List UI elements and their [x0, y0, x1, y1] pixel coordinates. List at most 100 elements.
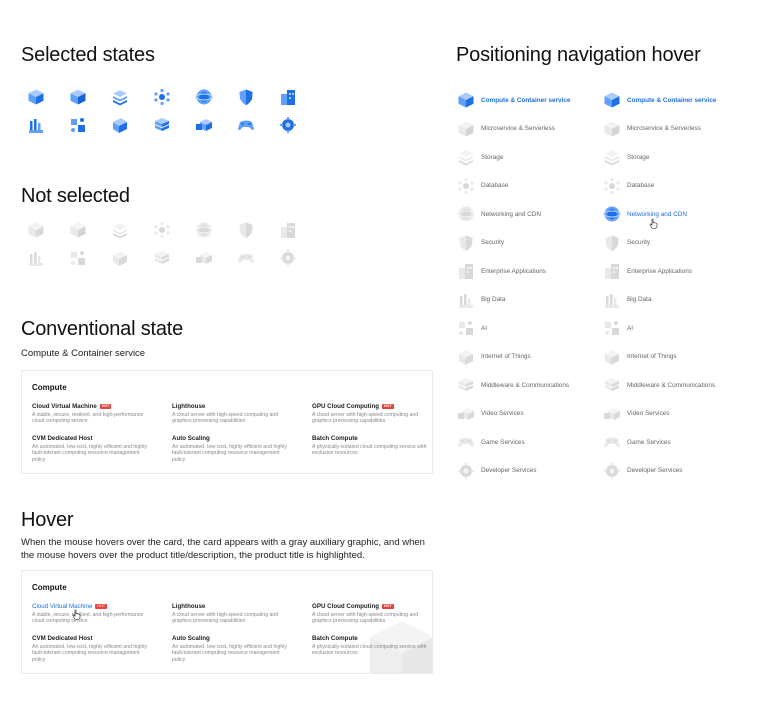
stack-icon: [457, 376, 475, 394]
stack-icon: [153, 116, 171, 134]
nav-item[interactable]: Video Services: [457, 400, 571, 429]
iot-icon: [457, 348, 475, 366]
nav-item-label: AI: [627, 324, 634, 332]
nav-item[interactable]: Big Data: [603, 286, 717, 315]
product-item[interactable]: Auto Scaling An automated, low-cost, high…: [172, 435, 292, 463]
product-card-conventional[interactable]: Compute Cloud Virtual Machine HOT A stable…: [21, 370, 433, 474]
product-card-hover[interactable]: Compute Cloud Virtual Machine HOT A stable…: [21, 570, 433, 674]
product-item[interactable]: Lighthouse A cloud server with high-speed…: [172, 603, 292, 625]
product-item[interactable]: CVM Dedicated Host An automated, low-cost…: [32, 635, 152, 663]
product-item[interactable]: GPU Cloud Computing HOT A cloud server wit…: [312, 603, 432, 625]
nav-item[interactable]: Developer Services: [603, 457, 717, 486]
product-title[interactable]: CVM Dedicated Host: [32, 635, 152, 642]
nav-item[interactable]: Microservice & Serverless: [603, 115, 717, 144]
product-item[interactable]: Cloud Virtual Machine HOT A stable, secure…: [32, 403, 152, 425]
product-title[interactable]: Cloud Virtual Machine HOT: [32, 403, 152, 410]
product-title[interactable]: Cloud Virtual Machine HOT: [32, 603, 152, 610]
nav-item[interactable]: Video Services: [603, 400, 717, 429]
product-title-text: CVM Dedicated Host: [32, 435, 93, 442]
product-title[interactable]: Lighthouse: [172, 403, 292, 410]
ai-icon: [457, 319, 475, 337]
nav-item[interactable]: Storage: [603, 143, 717, 172]
gamepad-icon: [603, 433, 621, 451]
shield-icon: [457, 234, 475, 252]
heading-conventional-state: Conventional state: [21, 318, 184, 340]
product-title-text: Cloud Virtual Machine: [32, 603, 93, 610]
nav-item[interactable]: Microservice & Serverless: [457, 115, 571, 144]
ai-icon: [69, 116, 87, 134]
product-title[interactable]: Batch Compute: [312, 435, 432, 442]
nav-item[interactable]: Security: [457, 229, 571, 258]
product-title[interactable]: CVM Dedicated Host: [32, 435, 152, 442]
product-title-text: GPU Cloud Computing: [312, 603, 380, 610]
nav-item-label: Internet of Things: [627, 353, 677, 361]
nav-item[interactable]: Big Data: [457, 286, 571, 315]
nav-item[interactable]: Internet of Things: [603, 343, 717, 372]
chart-icon: [27, 249, 45, 267]
nav-item-label: Internet of Things: [481, 353, 531, 361]
nav-item[interactable]: Game Services: [457, 428, 571, 457]
product-title[interactable]: Batch Compute: [312, 635, 432, 642]
hot-badge: HOT: [99, 404, 112, 409]
globe-icon: [603, 205, 621, 223]
product-item[interactable]: Cloud Virtual Machine HOT A stable, secure…: [32, 603, 152, 625]
product-title[interactable]: GPU Cloud Computing HOT: [312, 403, 432, 410]
nav-item-label: Game Services: [481, 438, 525, 446]
nav-item[interactable]: Networking and CDN: [457, 200, 571, 229]
product-description: An automated, low-cost, highly efficient…: [32, 644, 147, 663]
product-item[interactable]: GPU Cloud Computing HOT A cloud server wit…: [312, 403, 432, 425]
network-icon: [603, 177, 621, 195]
nav-item[interactable]: AI: [603, 314, 717, 343]
nav-item[interactable]: Enterprise Applications: [457, 257, 571, 286]
nav-item-label: Enterprise Applications: [481, 267, 547, 275]
product-item[interactable]: Batch Compute A physically-isolated cloud…: [312, 635, 432, 657]
nav-item-label: Middleware & Communications: [627, 381, 716, 389]
product-title[interactable]: GPU Cloud Computing HOT: [312, 603, 432, 610]
stack-icon: [603, 376, 621, 394]
product-item[interactable]: Lighthouse A cloud server with high-speed…: [172, 403, 292, 425]
video-icon: [603, 405, 621, 423]
product-description: A physically-isolated cloud computing se…: [312, 444, 427, 457]
product-description: An automated, low-cost, highly efficient…: [172, 644, 287, 663]
nav-item[interactable]: Enterprise Applications: [603, 257, 717, 286]
nav-item-label: Compute & Container service: [627, 96, 717, 104]
product-item[interactable]: Batch Compute A physically-isolated cloud…: [312, 435, 432, 457]
product-title[interactable]: Auto Scaling: [172, 435, 292, 442]
product-title-text: Lighthouse: [172, 603, 206, 610]
product-description: A cloud server with high-speed computing…: [172, 412, 279, 425]
gear-icon: [457, 462, 475, 480]
product-title[interactable]: Lighthouse: [172, 603, 292, 610]
nav-item[interactable]: Compute & Container service: [603, 86, 717, 115]
globe-icon: [195, 221, 213, 239]
layers-icon: [457, 148, 475, 166]
nav-item[interactable]: Database: [457, 172, 571, 201]
nav-item[interactable]: Developer Services: [457, 457, 571, 486]
nav-item[interactable]: Middleware & Communications: [603, 371, 717, 400]
nav-item[interactable]: Networking and CDN: [603, 200, 717, 229]
hot-badge: HOT: [95, 604, 108, 609]
cube-solid-icon: [69, 88, 87, 106]
selected-icon-grid: [27, 88, 321, 144]
unselected-icon-grid: [27, 221, 321, 277]
nav-item[interactable]: AI: [457, 314, 571, 343]
gamepad-icon: [457, 433, 475, 451]
nav-item[interactable]: Security: [603, 229, 717, 258]
hand-cursor-icon: [649, 216, 658, 229]
nav-item[interactable]: Internet of Things: [457, 343, 571, 372]
product-description: A cloud server with high-speed computing…: [312, 612, 419, 625]
nav-item[interactable]: Game Services: [603, 428, 717, 457]
product-title[interactable]: Auto Scaling: [172, 635, 292, 642]
nav-item[interactable]: Database: [603, 172, 717, 201]
nav-item-label: Middleware & Communications: [481, 381, 570, 389]
product-description: An automated, low-cost, highly efficient…: [32, 444, 147, 463]
product-description: A stable, secure, resilient, and high-pe…: [32, 612, 144, 625]
hover-description: When the mouse hovers over the card, the…: [21, 537, 425, 561]
nav-item[interactable]: Storage: [457, 143, 571, 172]
product-item[interactable]: CVM Dedicated Host An automated, low-cost…: [32, 435, 152, 463]
nav-item[interactable]: Middleware & Communications: [457, 371, 571, 400]
nav-item[interactable]: Compute & Container service: [457, 86, 571, 115]
nav-item-label: AI: [481, 324, 488, 332]
product-item[interactable]: Auto Scaling An automated, low-cost, high…: [172, 635, 292, 663]
hot-badge: HOT: [382, 404, 394, 409]
video-icon: [195, 116, 213, 134]
